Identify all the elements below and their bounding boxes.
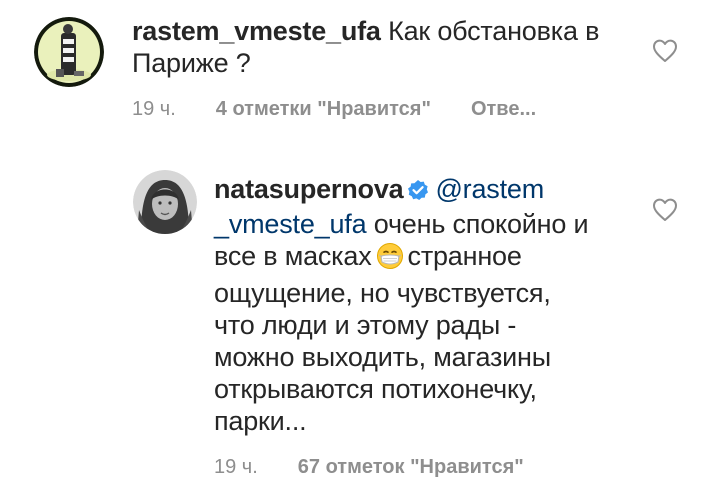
reply-button[interactable]: Отве...: [471, 98, 536, 120]
comment-body: rastem_vmeste_ufa Как обстановка в Париж…: [132, 15, 622, 79]
mention-link[interactable]: @rastem: [435, 174, 544, 204]
comment-meta: 19 ч. 4 отметки "Нравится" Отве...: [132, 97, 536, 121]
verified-badge-icon: [407, 176, 429, 208]
comment-meta: 19 ч. 67 отметок "Нравится": [214, 455, 524, 479]
comment-username[interactable]: natasupernova: [214, 174, 404, 204]
avatar[interactable]: [133, 170, 197, 234]
like-heart-icon[interactable]: [652, 198, 678, 222]
comment-likes-count[interactable]: 4 отметки "Нравится": [216, 98, 431, 120]
mention-link-continued[interactable]: _vmeste_ufa: [214, 209, 367, 239]
comment-body: natasupernova @rastem _vmeste_ufa очень сп…: [214, 173, 594, 437]
comment-username[interactable]: rastem_vmeste_ufa: [132, 16, 381, 46]
comment-time: 19 ч.: [214, 456, 258, 478]
face-with-medical-mask-icon: [376, 242, 404, 277]
comment-2: natasupernova @rastem _vmeste_ufa очень сп…: [0, 150, 719, 493]
avatar[interactable]: [34, 17, 104, 87]
comment-1: rastem_vmeste_ufa Как обстановка в Париж…: [0, 0, 719, 150]
comment-likes-count[interactable]: 67 отметок "Нравится": [298, 456, 524, 478]
like-heart-icon[interactable]: [652, 39, 678, 63]
comment-time: 19 ч.: [132, 98, 176, 120]
